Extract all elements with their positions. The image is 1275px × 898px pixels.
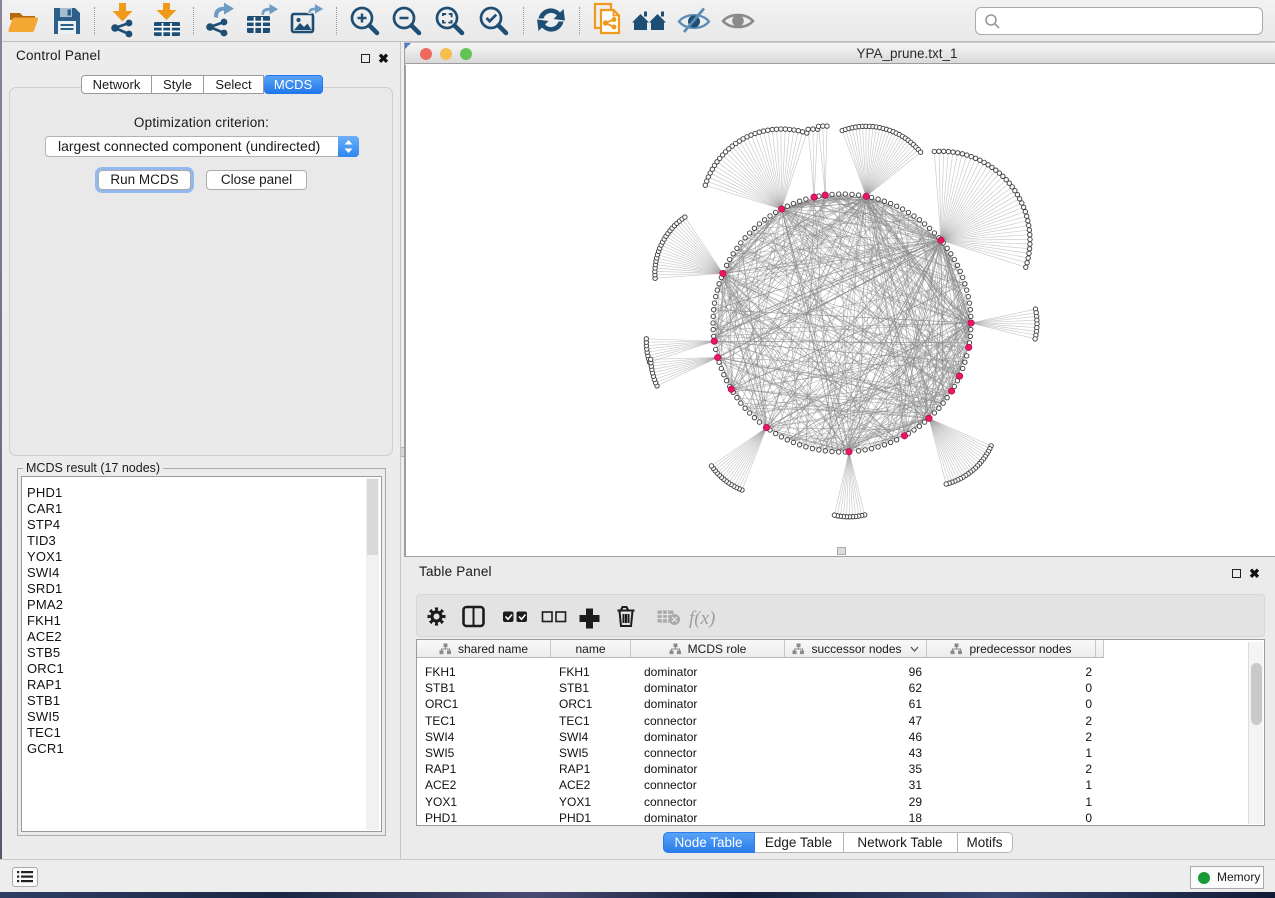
svg-text:f(x): f(x)	[689, 608, 715, 629]
